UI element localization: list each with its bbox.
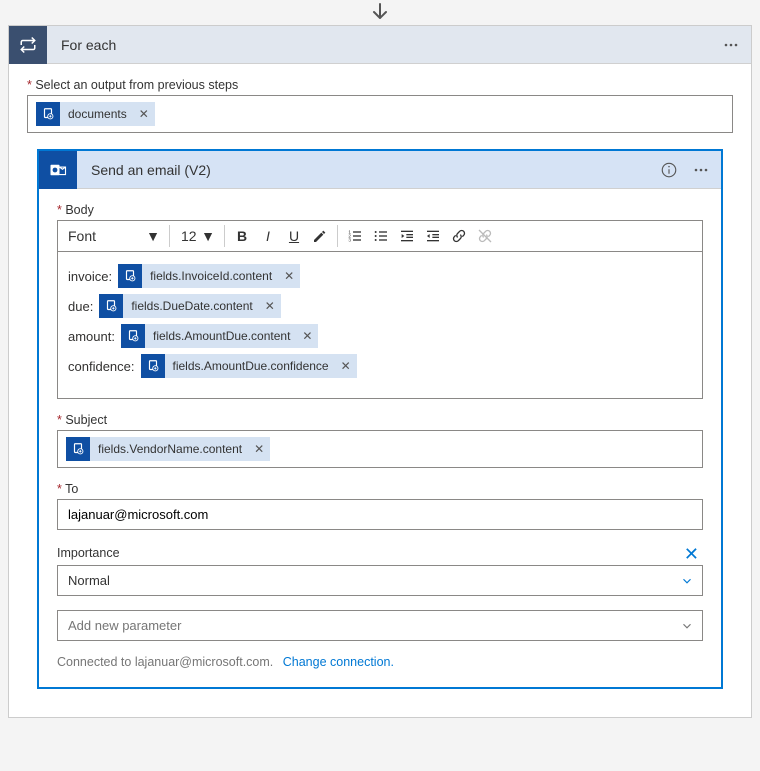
select-output-label: Select an output from previous steps [27,78,733,92]
token-label: fields.AmountDue.confidence [165,354,335,378]
importance-label: Importance [57,546,120,560]
token-icon [99,294,123,318]
body-token[interactable]: fields.AmountDue.content✕ [121,324,318,348]
subject-label: Subject [57,413,703,427]
body-editor[interactable]: invoice:fields.InvoiceId.content✕due:fie… [57,251,703,399]
info-button[interactable] [657,158,681,182]
token-label: fields.VendorName.content [90,437,248,461]
token-remove-button[interactable]: ✕ [335,354,357,378]
chevron-down-icon [680,619,694,633]
send-email-card: Send an email (V2) Body Font ▼ [37,149,723,689]
token-remove-button[interactable]: ✕ [259,294,281,318]
connected-text: Connected to lajanuar@microsoft.com. [57,655,273,669]
token-remove-button[interactable]: ✕ [296,324,318,348]
font-size-label: 12 [181,228,197,244]
chevron-down-icon [680,574,694,588]
to-label: To [57,482,703,496]
body-row-label: confidence: [68,359,135,374]
indent-button[interactable] [421,223,445,249]
importance-select[interactable]: Normal [57,565,703,596]
outdent-button[interactable] [395,223,419,249]
body-token[interactable]: fields.DueDate.content✕ [99,294,280,318]
foreach-card: For each Select an output from previous … [8,25,752,718]
font-family-label: Font [68,228,96,244]
to-input[interactable] [57,499,703,530]
svg-text:3: 3 [348,237,351,242]
foreach-menu-button[interactable] [719,33,743,57]
body-row: confidence: fields.AmountDue.confidence✕ [68,354,692,378]
token-icon [66,437,90,461]
importance-value: Normal [68,573,110,588]
body-row-label: due: [68,299,93,314]
send-email-menu-button[interactable] [689,158,713,182]
token-vendorname[interactable]: fields.VendorName.content ✕ [66,437,270,461]
outlook-icon [39,151,77,189]
body-row: invoice: fields.InvoiceId.content✕ [68,264,692,288]
foreach-title: For each [47,37,719,53]
loop-icon [9,26,47,64]
token-label: documents [60,102,133,126]
connection-footer: Connected to lajanuar@microsoft.com. Cha… [57,655,703,669]
font-size-dropdown[interactable]: 12 ▼ [175,223,219,249]
token-label: fields.AmountDue.content [145,324,296,348]
token-icon [36,102,60,126]
token-icon [118,264,142,288]
font-family-dropdown[interactable]: Font ▼ [64,223,164,249]
numbered-list-button[interactable]: 123 [343,223,367,249]
send-email-header[interactable]: Send an email (V2) [39,151,721,189]
body-row-label: invoice: [68,269,112,284]
token-label: fields.DueDate.content [123,294,258,318]
body-row: due: fields.DueDate.content✕ [68,294,692,318]
token-remove-button[interactable]: ✕ [133,102,155,126]
token-remove-button[interactable]: ✕ [278,264,300,288]
add-parameter-dropdown[interactable]: Add new parameter [57,610,703,641]
link-button[interactable] [447,223,471,249]
underline-button[interactable]: U [282,223,306,249]
add-parameter-label: Add new parameter [68,618,181,633]
flow-arrow-down [0,0,760,25]
foreach-header[interactable]: For each [9,26,751,64]
send-email-body: Body Font ▼ 12 ▼ B I U [39,189,721,687]
italic-button[interactable]: I [256,223,280,249]
body-label: Body [57,203,703,217]
send-email-title: Send an email (V2) [77,162,657,178]
highlight-button[interactable] [308,223,332,249]
body-row: amount: fields.AmountDue.content✕ [68,324,692,348]
subject-input[interactable]: fields.VendorName.content ✕ [57,430,703,468]
unlink-button [473,223,497,249]
bold-button[interactable]: B [230,223,254,249]
richtext-toolbar: Font ▼ 12 ▼ B I U [57,220,703,251]
token-label: fields.InvoiceId.content [142,264,278,288]
token-icon [141,354,165,378]
change-connection-link[interactable]: Change connection. [283,655,394,669]
token-remove-button[interactable]: ✕ [248,437,270,461]
importance-remove-button[interactable]: ✕ [684,544,703,565]
bullet-list-button[interactable] [369,223,393,249]
token-icon [121,324,145,348]
foreach-body: Select an output from previous steps doc… [9,64,751,717]
body-token[interactable]: fields.AmountDue.confidence✕ [141,354,357,378]
select-output-input[interactable]: documents ✕ [27,95,733,133]
body-token[interactable]: fields.InvoiceId.content✕ [118,264,300,288]
token-documents[interactable]: documents ✕ [36,102,155,126]
body-row-label: amount: [68,329,115,344]
